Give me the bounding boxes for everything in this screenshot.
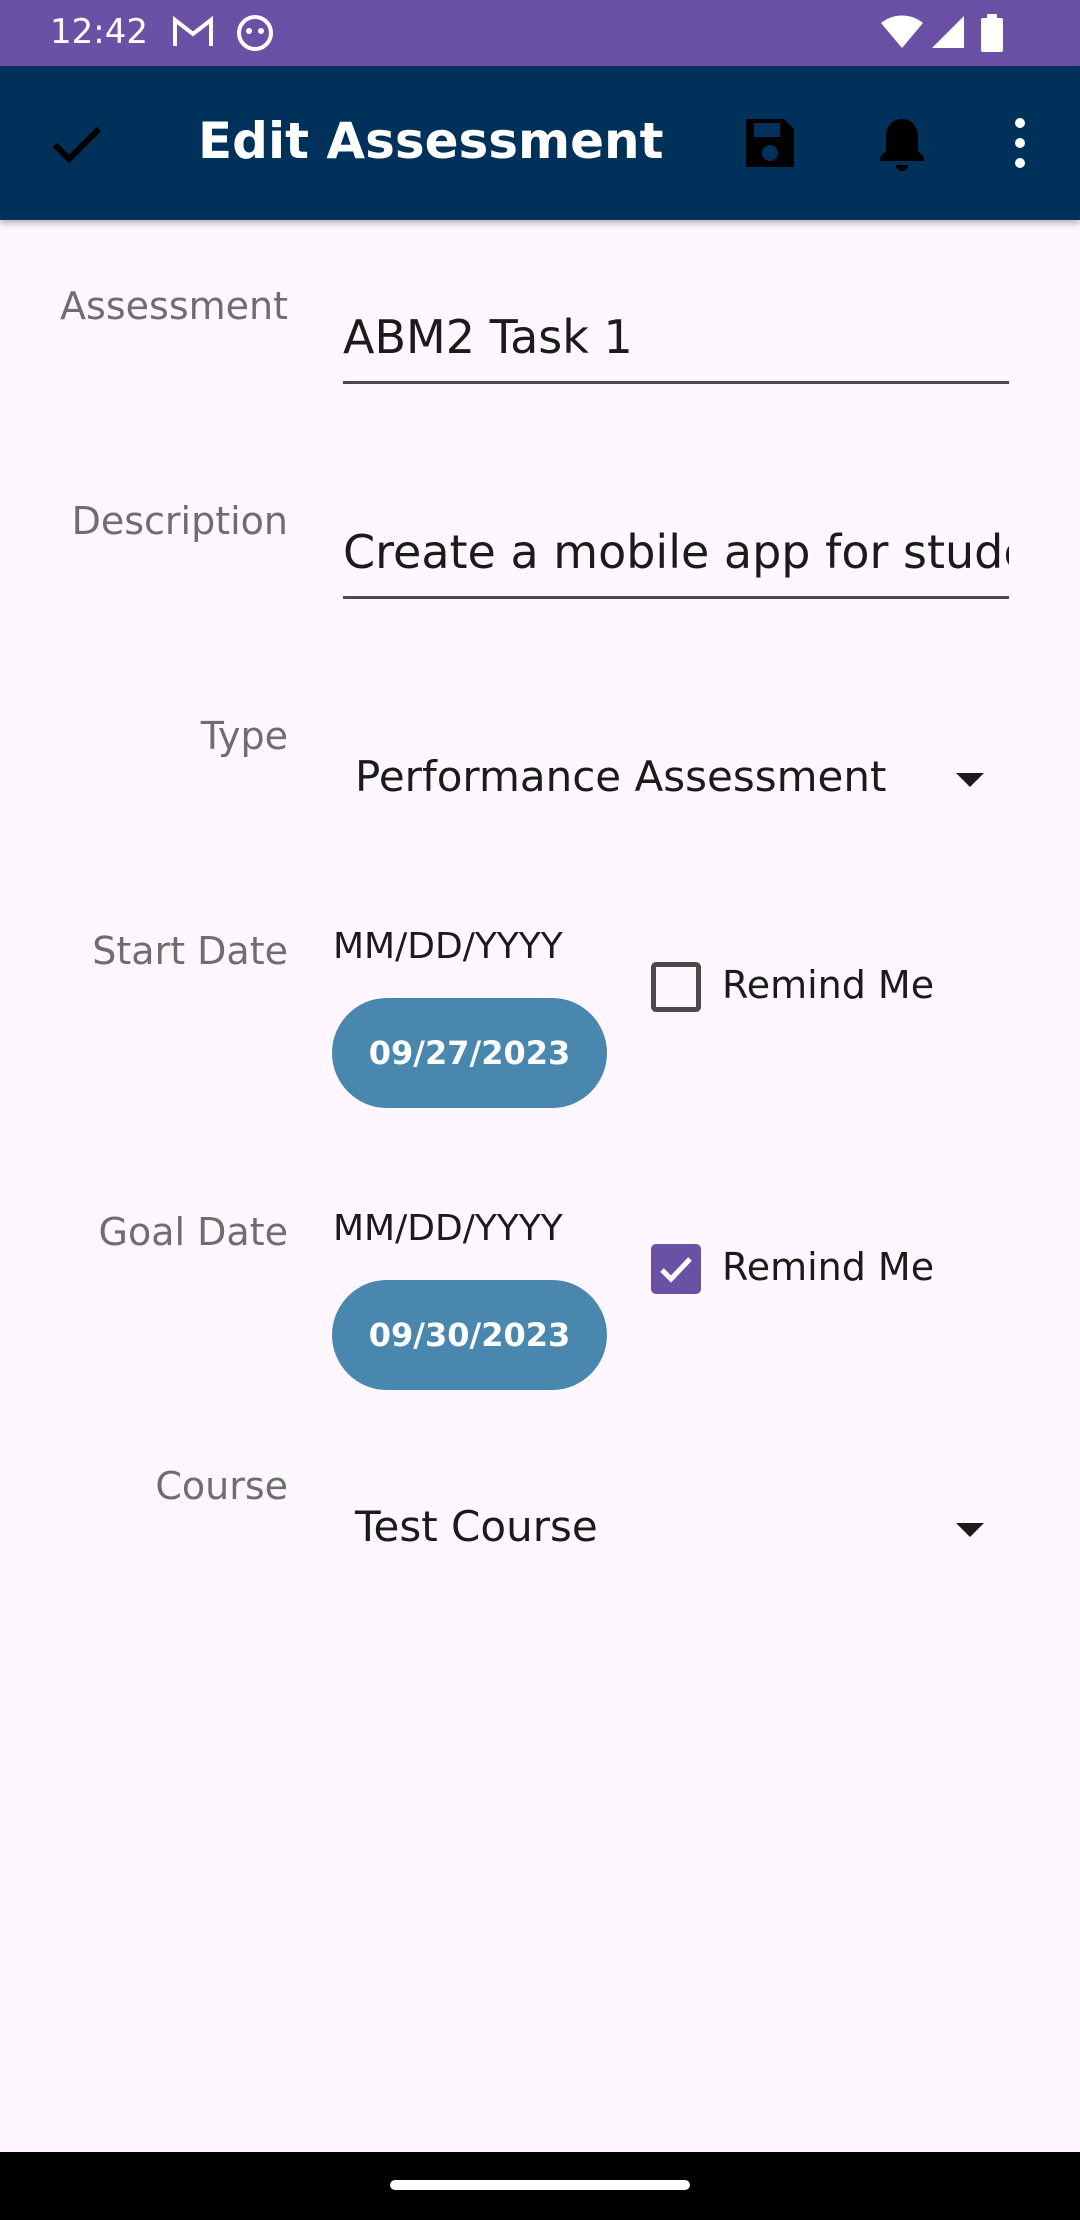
home-gesture-handle[interactable] bbox=[390, 2180, 690, 2190]
save-icon[interactable] bbox=[738, 111, 802, 175]
start-remind-label: Remind Me bbox=[722, 963, 935, 1007]
course-dropdown[interactable]: Test Course bbox=[343, 1492, 1009, 1572]
start-date-button[interactable]: 09/27/2023 bbox=[332, 998, 607, 1108]
more-vert-icon[interactable] bbox=[988, 111, 1052, 175]
course-value: Test Course bbox=[355, 1502, 598, 1551]
start-date-hint: MM/DD/YYYY bbox=[333, 926, 563, 967]
type-value: Performance Assessment bbox=[355, 752, 887, 801]
check-icon[interactable] bbox=[45, 111, 109, 175]
navigation-bar bbox=[0, 2152, 1080, 2220]
course-label: Course bbox=[155, 1464, 288, 1508]
goal-date-button[interactable]: 09/30/2023 bbox=[332, 1280, 607, 1390]
description-label: Description bbox=[71, 499, 288, 543]
checkmark-icon bbox=[660, 1257, 692, 1283]
bell-icon[interactable] bbox=[870, 111, 934, 175]
goal-remind-label: Remind Me bbox=[722, 1245, 935, 1289]
status-time: 12:42 bbox=[50, 12, 148, 52]
battery-icon bbox=[980, 14, 1004, 56]
signal-icon bbox=[930, 14, 966, 54]
type-label: Type bbox=[200, 714, 288, 758]
goal-date-label: Goal Date bbox=[98, 1210, 288, 1254]
assessment-input[interactable]: ABM2 Task 1 bbox=[343, 307, 1009, 384]
status-bar: 12:42 bbox=[0, 0, 1080, 66]
dropdown-arrow-icon bbox=[955, 1522, 985, 1542]
wifi-icon bbox=[880, 14, 924, 54]
app-bar: Edit Assessment bbox=[0, 66, 1080, 220]
dropdown-arrow-icon bbox=[955, 772, 985, 792]
description-input[interactable]: Create a mobile app for students bbox=[343, 522, 1009, 599]
start-remind-checkbox[interactable] bbox=[651, 962, 701, 1012]
goal-remind-checkbox[interactable] bbox=[651, 1244, 701, 1294]
assessment-label: Assessment bbox=[60, 284, 288, 328]
start-date-label: Start Date bbox=[92, 929, 288, 973]
goal-date-hint: MM/DD/YYYY bbox=[333, 1208, 563, 1249]
type-dropdown[interactable]: Performance Assessment bbox=[343, 742, 1009, 822]
page-title: Edit Assessment bbox=[198, 112, 664, 170]
gmail-icon bbox=[172, 14, 214, 54]
app-notification-icon bbox=[236, 14, 274, 56]
